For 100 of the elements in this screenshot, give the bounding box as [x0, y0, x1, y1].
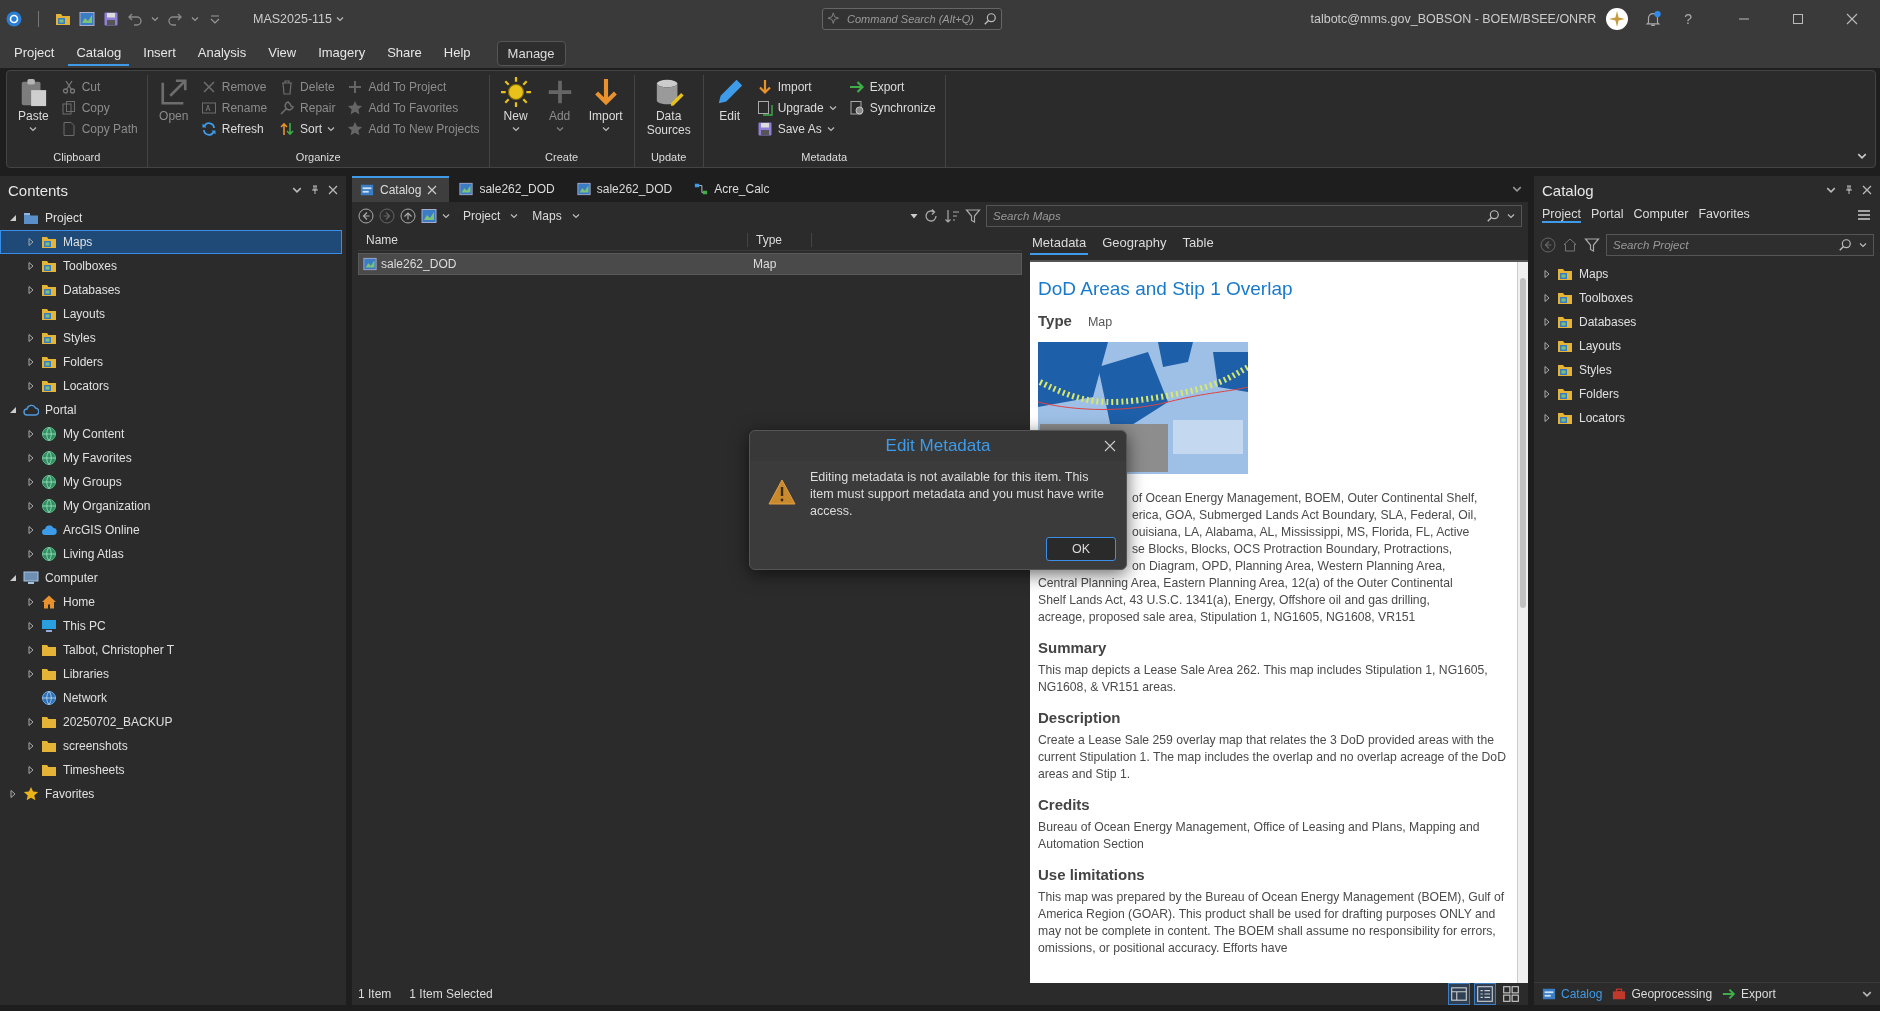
column-header[interactable]: Type: [748, 233, 812, 247]
caret-icon[interactable]: [442, 212, 450, 220]
expander-icon[interactable]: [27, 286, 35, 294]
close-icon[interactable]: [427, 185, 438, 195]
help-button[interactable]: ?: [1684, 11, 1692, 27]
expander-icon[interactable]: [27, 382, 35, 390]
search-icon[interactable]: [983, 12, 997, 26]
tree-item[interactable]: Styles: [0, 326, 342, 350]
breadcrumb-item[interactable]: Project: [463, 209, 519, 223]
tree-item[interactable]: Databases: [0, 278, 342, 302]
manage-tab[interactable]: Manage: [496, 40, 566, 66]
tree-item[interactable]: Favorites: [0, 782, 342, 806]
caret-icon[interactable]: [1512, 184, 1522, 194]
save-icon[interactable]: [103, 11, 119, 27]
pane-tab[interactable]: Geoprocessing: [1612, 987, 1713, 1001]
document-tab[interactable]: Acre_Calc: [686, 177, 782, 201]
source-tab[interactable]: Computer: [1633, 207, 1689, 223]
expander-icon[interactable]: [27, 646, 35, 654]
app-logo-icon[interactable]: [6, 11, 22, 27]
search-icon[interactable]: [1486, 209, 1500, 223]
tree-item[interactable]: screenshots: [0, 734, 342, 758]
menu-tab[interactable]: Help: [435, 40, 479, 66]
tree-item[interactable]: Locators: [0, 374, 342, 398]
ribbon-button[interactable]: Export: [845, 76, 939, 97]
up-icon[interactable]: [400, 208, 416, 224]
tree-item[interactable]: Portal: [0, 398, 342, 422]
expander-icon[interactable]: [27, 526, 35, 534]
tree-item[interactable]: Databases: [1542, 310, 1876, 334]
expander-icon[interactable]: [9, 214, 17, 222]
source-tab[interactable]: Favorites: [1698, 207, 1750, 223]
tree-item[interactable]: Layouts: [0, 302, 342, 326]
project-name-button[interactable]: MAS2025-115: [253, 12, 344, 26]
tree-item[interactable]: Timesheets: [0, 758, 342, 782]
list-row[interactable]: sale262_DOD Map: [358, 253, 1022, 275]
tree-item[interactable]: Libraries: [0, 662, 342, 686]
expander-icon[interactable]: [27, 670, 35, 678]
tree-item[interactable]: Maps: [0, 230, 342, 254]
ribbon-button[interactable]: Upgrade: [753, 97, 840, 118]
column-header[interactable]: Name: [358, 233, 748, 247]
tree-item[interactable]: Toolboxes: [0, 254, 342, 278]
breadcrumb-item[interactable]: Maps: [532, 209, 580, 223]
pin-icon[interactable]: [310, 185, 320, 195]
ribbon-button[interactable]: Save As: [753, 118, 840, 139]
expander-icon[interactable]: [27, 598, 35, 606]
search-field[interactable]: Search Maps: [986, 205, 1522, 227]
pin-icon[interactable]: [1844, 185, 1854, 195]
ribbon-button[interactable]: Edit: [709, 75, 750, 151]
tree-item[interactable]: Home: [0, 590, 342, 614]
expander-icon[interactable]: [9, 574, 17, 582]
scrollbar[interactable]: [1517, 262, 1528, 983]
expander-icon[interactable]: [27, 430, 35, 438]
tree-item[interactable]: My Organization: [0, 494, 342, 518]
expander-icon[interactable]: [27, 622, 35, 630]
expander-icon[interactable]: [1543, 270, 1551, 278]
menu-tab[interactable]: Insert: [135, 40, 184, 66]
search-field[interactable]: Search Project: [1606, 234, 1874, 256]
tree-item[interactable]: Folders: [1542, 382, 1876, 406]
close-icon[interactable]: [1846, 13, 1858, 25]
expander-icon[interactable]: [1543, 390, 1551, 398]
undo-icon[interactable]: [127, 11, 143, 27]
menu-tab[interactable]: Share: [379, 40, 430, 66]
caret-icon[interactable]: [1507, 212, 1515, 220]
expander-icon[interactable]: [1543, 342, 1551, 350]
list-view-icon[interactable]: [1474, 983, 1496, 1005]
expander-icon[interactable]: [27, 550, 35, 558]
expander-icon[interactable]: [9, 406, 17, 414]
pane-tab[interactable]: Export: [1722, 987, 1776, 1001]
expander-icon[interactable]: [27, 766, 35, 774]
expander-icon[interactable]: [27, 358, 35, 366]
ribbon-button[interactable]: Import: [583, 75, 628, 151]
menu-tab[interactable]: Catalog: [68, 40, 130, 66]
expander-icon[interactable]: [1543, 414, 1551, 422]
expander-icon[interactable]: [27, 478, 35, 486]
expander-icon[interactable]: [27, 334, 35, 342]
document-tab[interactable]: Catalog: [352, 176, 450, 202]
caret-icon[interactable]: [1859, 241, 1867, 249]
ribbon-button[interactable]: Synchronize: [845, 97, 939, 118]
metadata-tab[interactable]: Geography: [1100, 231, 1169, 255]
expander-icon[interactable]: [27, 454, 35, 462]
caret-icon[interactable]: [1826, 185, 1836, 195]
metadata-tab[interactable]: Metadata: [1030, 231, 1089, 255]
filter-icon[interactable]: [965, 208, 981, 224]
tiles-view-icon[interactable]: [1500, 983, 1522, 1005]
tree-item[interactable]: Living Atlas: [0, 542, 342, 566]
search-icon[interactable]: [1838, 238, 1852, 252]
dropdown-caret-icon[interactable]: [910, 212, 918, 220]
caret-icon[interactable]: [191, 15, 199, 23]
close-icon[interactable]: [1862, 185, 1872, 195]
menu-icon[interactable]: [1856, 207, 1872, 223]
caret-icon[interactable]: [1862, 989, 1872, 999]
tree-item[interactable]: Project: [0, 206, 342, 230]
compass-avatar-icon[interactable]: [1606, 8, 1629, 30]
ribbon-button[interactable]: Refresh: [197, 118, 271, 139]
tree-item[interactable]: Maps: [1542, 262, 1876, 286]
ribbon-button[interactable]: New: [495, 75, 536, 151]
expander-icon[interactable]: [27, 742, 35, 750]
expander-icon[interactable]: [1543, 318, 1551, 326]
tree-item[interactable]: My Content: [0, 422, 342, 446]
expander-icon[interactable]: [27, 262, 35, 270]
tree-item[interactable]: ArcGIS Online: [0, 518, 342, 542]
